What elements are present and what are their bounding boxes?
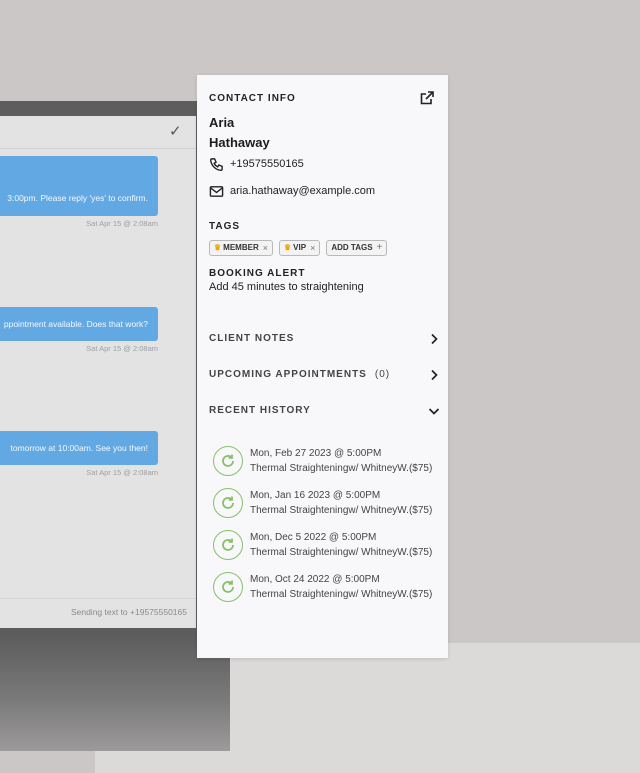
message-timestamp: Sat Apr 15 @ 2:08am [86,344,158,353]
history-date: Mon, Jan 16 2023 @ 5:00PM [250,490,381,501]
refresh-icon [213,446,243,476]
history-service: Thermal Straighteningw/ WhitneyW.($75) [250,589,433,600]
history-date: Mon, Dec 5 2022 @ 5:00PM [250,532,377,543]
history-text: Mon, Dec 5 2022 @ 5:00PM Thermal Straigh… [250,530,432,560]
chevron-down-icon [428,408,440,415]
envelope-icon [209,185,224,197]
crown-icon: ♛ [284,243,292,252]
chat-message-text: ppointment available. Does that work? [3,319,148,329]
contact-panel: CONTACT INFO Aria Hathaway +19575550165 … [197,75,448,658]
history-list: Mon, Feb 27 2023 @ 5:00PM Thermal Straig… [213,440,443,608]
tag-member[interactable]: ♛ MEMBER × [209,240,273,256]
history-text: Mon, Feb 27 2023 @ 5:00PM Thermal Straig… [250,446,432,476]
chat-footer: Sending text to +19575550165 [0,598,196,628]
history-item[interactable]: Mon, Feb 27 2023 @ 5:00PM Thermal Straig… [213,440,443,482]
check-icon[interactable]: ✓ [169,122,182,140]
message-timestamp: Sat Apr 15 @ 2:08am [86,219,158,228]
message-timestamp: Sat Apr 15 @ 2:08am [86,468,158,477]
history-service: Thermal Straighteningw/ WhitneyW.($75) [250,547,433,558]
history-item[interactable]: Mon, Dec 5 2022 @ 5:00PM Thermal Straigh… [213,524,443,566]
tag-label: MEMBER [223,243,259,252]
chat-header: ✓ [0,116,196,149]
chat-message-bubble: tomorrow at 10:00am. See you then! [0,431,158,465]
add-tags-button[interactable]: ADD TAGS + [326,240,388,256]
upcoming-appointments-text: UPCOMING APPOINTMENTS [209,369,367,380]
tag-vip[interactable]: ♛ VIP × [279,240,321,256]
refresh-icon [213,572,243,602]
chevron-right-icon [431,333,438,345]
history-item[interactable]: Mon, Jan 16 2023 @ 5:00PM Thermal Straig… [213,482,443,524]
email-row[interactable]: aria.hathaway@example.com [209,183,375,199]
recent-history-label: RECENT HISTORY [209,405,311,416]
client-notes-row[interactable]: CLIENT NOTES [209,331,445,347]
history-service: Thermal Straighteningw/ WhitneyW.($75) [250,463,433,474]
history-text: Mon, Jan 16 2023 @ 5:00PM Thermal Straig… [250,488,432,518]
tag-label: VIP [293,243,307,252]
refresh-icon [213,530,243,560]
recent-history-row[interactable]: RECENT HISTORY [209,403,445,419]
contact-name: Aria Hathaway [209,113,329,153]
history-date: Mon, Oct 24 2022 @ 5:00PM [250,574,380,585]
contact-last-name: Hathaway [209,135,270,150]
upcoming-appointments-row[interactable]: UPCOMING APPOINTMENTS (0) [209,367,445,383]
add-tags-label: ADD TAGS [331,243,373,252]
upcoming-appointments-label: UPCOMING APPOINTMENTS (0) [209,369,390,380]
chat-message-text: tomorrow at 10:00am. See you then! [10,443,149,453]
plus-icon: + [376,242,383,253]
client-notes-label: CLIENT NOTES [209,333,295,344]
chat-window: ✓ 3:00pm. Please reply 'yes' to confirm.… [0,116,196,628]
monitor-base [0,630,230,751]
chat-message-bubble: ppointment available. Does that work? [0,307,158,341]
sending-status: Sending text to +19575550165 [70,607,187,617]
chat-message-bubble: 3:00pm. Please reply 'yes' to confirm. [0,156,158,216]
history-text: Mon, Oct 24 2022 @ 5:00PM Thermal Straig… [250,572,432,602]
phone-row[interactable]: +19575550165 [209,156,304,172]
remove-tag-icon[interactable]: × [263,241,268,255]
history-item[interactable]: Mon, Oct 24 2022 @ 5:00PM Thermal Straig… [213,566,443,608]
phone-icon [209,157,223,171]
chat-message-text: 3:00pm. Please reply 'yes' to confirm. [7,193,148,203]
tags-title: TAGS [209,221,241,232]
history-service: Thermal Straighteningw/ WhitneyW.($75) [250,505,433,516]
phone-number: +19575550165 [230,158,304,170]
crown-icon: ♛ [214,243,222,252]
booking-alert-text: Add 45 minutes to straightening [209,281,364,293]
contact-first-name: Aria [209,115,235,130]
external-link-icon[interactable] [419,90,435,106]
tag-list: ♛ MEMBER × ♛ VIP × ADD TAGS + [209,240,388,256]
remove-tag-icon[interactable]: × [310,241,315,255]
contact-info-title: CONTACT INFO [209,93,296,104]
appointment-count: (0) [374,369,391,380]
history-date: Mon, Feb 27 2023 @ 5:00PM [250,448,382,459]
email-address: aria.hathaway@example.com [230,185,376,197]
refresh-icon [213,488,243,518]
chevron-right-icon [431,369,438,381]
booking-alert-title: BOOKING ALERT [209,268,306,279]
